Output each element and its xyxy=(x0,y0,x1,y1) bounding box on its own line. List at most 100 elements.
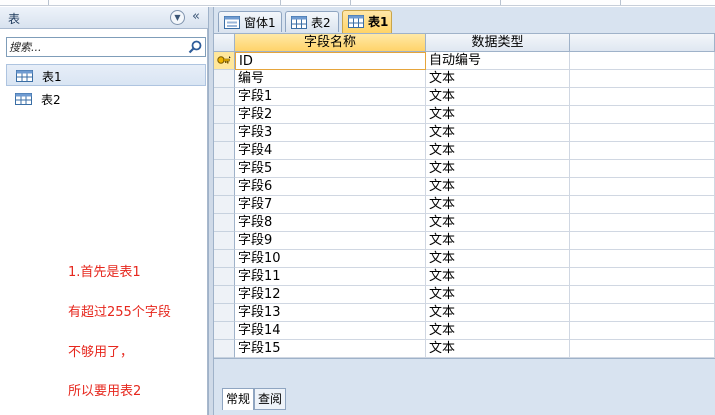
description-cell[interactable] xyxy=(570,52,715,70)
row-selector[interactable] xyxy=(214,232,235,250)
description-cell[interactable] xyxy=(570,322,715,340)
row-selector[interactable] xyxy=(214,250,235,268)
nav-category-dropdown-icon[interactable]: ▼ xyxy=(170,10,185,25)
field-name-cell[interactable]: 字段5 xyxy=(235,160,426,178)
description-cell[interactable] xyxy=(570,196,715,214)
nav-item-table1[interactable]: 表1 xyxy=(6,64,206,86)
table-row[interactable]: 字段12 文本 xyxy=(214,286,715,304)
table-row[interactable]: 字段15 文本 xyxy=(214,340,715,358)
table-row[interactable]: 编号 文本 xyxy=(214,70,715,88)
data-type-cell[interactable]: 文本 xyxy=(426,196,570,214)
data-type-cell[interactable]: 文本 xyxy=(426,304,570,322)
field-name-cell[interactable]: 字段9 xyxy=(235,232,426,250)
table-row[interactable]: 字段10 文本 xyxy=(214,250,715,268)
data-type-cell[interactable]: 文本 xyxy=(426,250,570,268)
data-type-cell[interactable]: 文本 xyxy=(426,268,570,286)
collapse-pane-icon[interactable]: « xyxy=(192,9,206,25)
data-type-cell[interactable]: 文本 xyxy=(426,214,570,232)
field-name-cell[interactable]: 字段11 xyxy=(235,268,426,286)
data-type-cell[interactable]: 文本 xyxy=(426,160,570,178)
data-type-cell[interactable]: 文本 xyxy=(426,88,570,106)
field-name-cell[interactable]: 字段4 xyxy=(235,142,426,160)
data-type-cell[interactable]: 自动编号 xyxy=(426,52,570,70)
row-selector[interactable] xyxy=(214,142,235,160)
data-type-cell[interactable]: 文本 xyxy=(426,340,570,358)
data-type-cell[interactable]: 文本 xyxy=(426,106,570,124)
nav-item-table2[interactable]: 表2 xyxy=(6,88,206,110)
table-row[interactable]: ID 自动编号 xyxy=(214,52,715,70)
field-name-cell[interactable]: ID xyxy=(235,52,426,70)
row-selector[interactable] xyxy=(214,196,235,214)
row-selector[interactable] xyxy=(214,52,235,70)
tab-form1[interactable]: 窗体1 xyxy=(218,11,282,32)
description-cell[interactable] xyxy=(570,250,715,268)
table-row[interactable]: 字段11 文本 xyxy=(214,268,715,286)
row-selector[interactable] xyxy=(214,106,235,124)
data-type-cell[interactable]: 文本 xyxy=(426,178,570,196)
description-cell[interactable] xyxy=(570,124,715,142)
data-type-cell[interactable]: 文本 xyxy=(426,70,570,88)
data-type-cell[interactable]: 文本 xyxy=(426,232,570,250)
field-name-cell[interactable]: 字段13 xyxy=(235,304,426,322)
description-cell[interactable] xyxy=(570,142,715,160)
row-selector[interactable] xyxy=(214,340,235,358)
field-name-cell[interactable]: 字段3 xyxy=(235,124,426,142)
field-name-cell[interactable]: 字段1 xyxy=(235,88,426,106)
row-selector[interactable] xyxy=(214,124,235,142)
data-type-cell[interactable]: 文本 xyxy=(426,286,570,304)
table-row[interactable]: 字段7 文本 xyxy=(214,196,715,214)
row-selector[interactable] xyxy=(214,304,235,322)
search-box[interactable] xyxy=(6,37,206,57)
table-row[interactable]: 字段14 文本 xyxy=(214,322,715,340)
table-row[interactable]: 字段6 文本 xyxy=(214,178,715,196)
description-cell[interactable] xyxy=(570,106,715,124)
table-row[interactable]: 字段1 文本 xyxy=(214,88,715,106)
description-cell[interactable] xyxy=(570,214,715,232)
tab-general[interactable]: 常规 xyxy=(222,388,255,410)
description-cell[interactable] xyxy=(570,88,715,106)
column-header-data-type[interactable]: 数据类型 xyxy=(426,34,570,52)
table-row[interactable]: 字段13 文本 xyxy=(214,304,715,322)
description-cell[interactable] xyxy=(570,178,715,196)
table-row[interactable]: 字段5 文本 xyxy=(214,160,715,178)
row-selector[interactable] xyxy=(214,286,235,304)
tab-table2[interactable]: 表2 xyxy=(285,11,339,32)
navigation-pane-header[interactable]: 表 ▼ « xyxy=(0,7,208,29)
field-name-cell[interactable]: 字段14 xyxy=(235,322,426,340)
field-name-cell[interactable]: 字段2 xyxy=(235,106,426,124)
row-selector[interactable] xyxy=(214,268,235,286)
row-selector[interactable] xyxy=(214,88,235,106)
field-name-cell[interactable]: 字段10 xyxy=(235,250,426,268)
row-selector[interactable] xyxy=(214,70,235,88)
description-cell[interactable] xyxy=(570,286,715,304)
table-row[interactable]: 字段4 文本 xyxy=(214,142,715,160)
field-name-cell[interactable]: 编号 xyxy=(235,70,426,88)
data-type-cell[interactable]: 文本 xyxy=(426,124,570,142)
row-selector[interactable] xyxy=(214,322,235,340)
search-input[interactable] xyxy=(9,39,185,55)
search-icon[interactable] xyxy=(188,40,203,55)
description-cell[interactable] xyxy=(570,304,715,322)
data-type-cell[interactable]: 文本 xyxy=(426,322,570,340)
field-name-cell[interactable]: 字段15 xyxy=(235,340,426,358)
column-header-description[interactable] xyxy=(570,34,715,52)
field-name-cell[interactable]: 字段6 xyxy=(235,178,426,196)
field-name-cell[interactable]: 字段7 xyxy=(235,196,426,214)
row-selector[interactable] xyxy=(214,214,235,232)
field-name-cell[interactable]: 字段8 xyxy=(235,214,426,232)
description-cell[interactable] xyxy=(570,268,715,286)
tab-table1[interactable]: 表1 xyxy=(342,10,392,33)
table-row[interactable]: 字段2 文本 xyxy=(214,106,715,124)
description-cell[interactable] xyxy=(570,340,715,358)
field-name-cell[interactable]: 字段12 xyxy=(235,286,426,304)
table-row[interactable]: 字段9 文本 xyxy=(214,232,715,250)
tab-lookup[interactable]: 查阅 xyxy=(254,388,287,410)
row-selector[interactable] xyxy=(214,160,235,178)
select-all-corner[interactable] xyxy=(214,34,235,52)
row-selector[interactable] xyxy=(214,178,235,196)
description-cell[interactable] xyxy=(570,232,715,250)
description-cell[interactable] xyxy=(570,160,715,178)
column-header-field-name[interactable]: 字段名称 xyxy=(235,34,426,52)
data-type-cell[interactable]: 文本 xyxy=(426,142,570,160)
table-row[interactable]: 字段8 文本 xyxy=(214,214,715,232)
